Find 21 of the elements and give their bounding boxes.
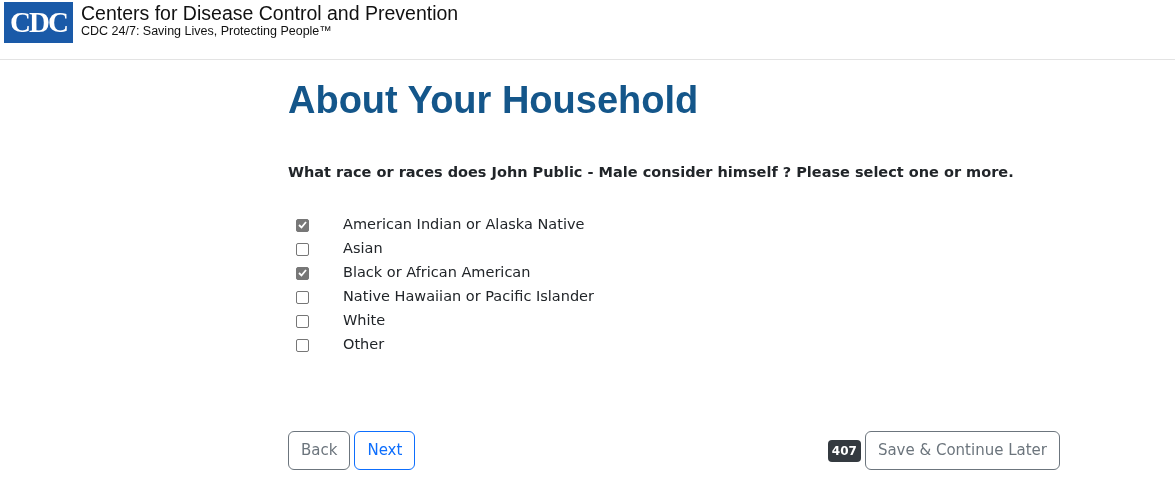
checkbox[interactable] <box>296 218 309 232</box>
checkbox[interactable] <box>296 314 309 328</box>
option-label: American Indian or Alaska Native <box>343 215 585 235</box>
back-button[interactable]: Back <box>288 431 351 470</box>
option-label: Asian <box>343 239 383 259</box>
next-button[interactable]: Next <box>354 431 416 470</box>
page-heading: About Your Household <box>288 78 700 123</box>
option-label: Native Hawaiian or Pacific Islander <box>343 287 594 307</box>
option-label: White <box>343 311 386 331</box>
checkbox[interactable] <box>296 290 309 304</box>
count-badge: 407 <box>827 439 861 462</box>
checkbox[interactable] <box>296 338 309 352</box>
site-tagline: CDC 24/7: Saving Lives, Protecting People™ <box>81 24 333 38</box>
checkbox[interactable] <box>296 242 309 256</box>
option-label: Other <box>343 335 385 355</box>
checkbox[interactable] <box>296 266 309 280</box>
cdc-logo: CDC <box>4 2 73 43</box>
option-label: Black or African American <box>343 263 531 283</box>
question-text: What race or races does John Public - Male consider himself ? Please select one or more. <box>288 162 1015 182</box>
site-title: Centers for Disease Control and Prevention <box>81 2 459 24</box>
save-continue-button[interactable]: Save & Continue Later <box>864 431 1060 470</box>
